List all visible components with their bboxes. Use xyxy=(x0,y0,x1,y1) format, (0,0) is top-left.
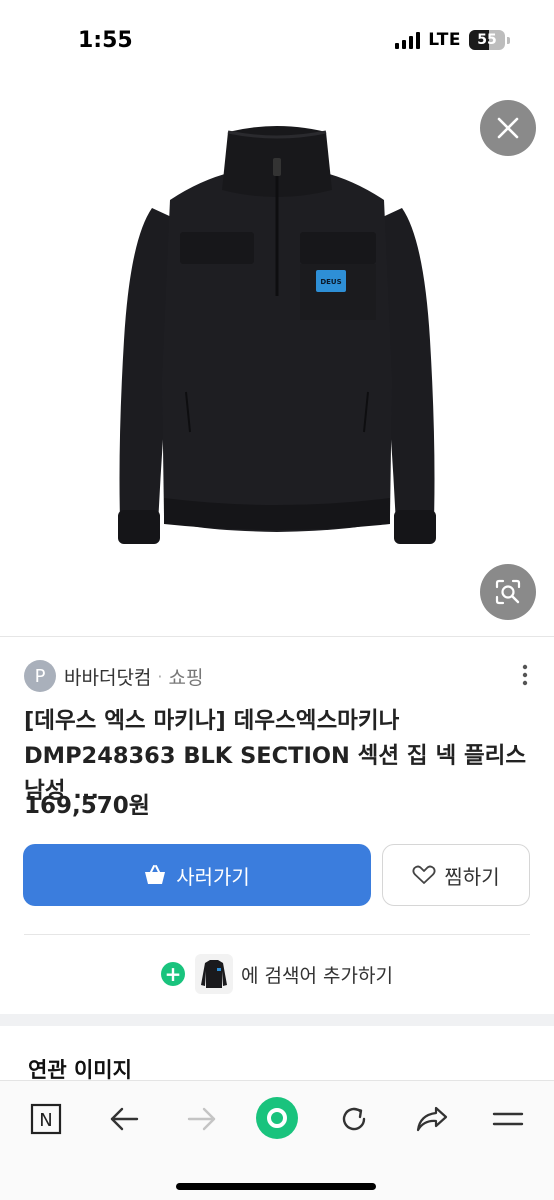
divider xyxy=(0,636,554,637)
buy-button[interactable]: 사러가기 xyxy=(23,844,371,906)
menu-button[interactable] xyxy=(484,1097,532,1141)
image-search-button[interactable] xyxy=(480,564,536,620)
section-separator xyxy=(0,1014,554,1026)
refresh-icon xyxy=(342,1107,366,1131)
bottom-nav: N xyxy=(0,1080,554,1200)
back-arrow-icon xyxy=(110,1107,139,1131)
status-bar: 1:55 LTE 55 xyxy=(0,0,554,80)
green-dot-button[interactable] xyxy=(252,1093,302,1143)
forward-button[interactable] xyxy=(178,1097,226,1141)
product-price: 169,570원 xyxy=(24,793,150,819)
back-button[interactable] xyxy=(100,1097,148,1141)
seller-row[interactable]: P 바바더닷컴 · 쇼핑 xyxy=(24,658,534,694)
naver-letter: N xyxy=(39,1110,52,1131)
signal-icon xyxy=(395,31,421,49)
jacket-logo: DEUS xyxy=(320,278,341,286)
close-button[interactable] xyxy=(480,100,536,156)
product-image[interactable]: DEUS xyxy=(0,80,554,636)
seller-name[interactable]: 바바더닷컴 xyxy=(64,663,151,690)
home-indicator[interactable] xyxy=(176,1183,376,1190)
add-to-search-label: 에 검색어 추가하기 xyxy=(241,964,393,987)
add-to-search-row[interactable]: + 에 검색어 추가하기 xyxy=(0,950,554,998)
status-time: 1:55 xyxy=(78,28,133,53)
menu-icon xyxy=(492,1112,524,1126)
refresh-button[interactable] xyxy=(330,1097,378,1141)
battery-icon: 55 xyxy=(469,30,505,50)
jacket-thumbnail xyxy=(195,954,234,994)
status-icons: LTE 55 xyxy=(395,30,510,50)
green-dot-icon xyxy=(256,1097,298,1139)
product-image-viewer: DEUS xyxy=(0,80,554,636)
divider xyxy=(24,934,530,935)
close-icon xyxy=(497,117,519,139)
plus-icon: + xyxy=(161,962,186,986)
share-icon xyxy=(416,1106,448,1132)
image-search-icon xyxy=(495,579,521,605)
seller-avatar: P xyxy=(24,660,56,692)
naver-home-button[interactable]: N xyxy=(22,1097,70,1141)
naver-home-icon: N xyxy=(30,1103,62,1135)
seller-type: 쇼핑 xyxy=(168,666,204,689)
buy-button-label: 사러가기 xyxy=(176,864,250,889)
heart-icon xyxy=(412,865,436,884)
wish-button-label: 찜하기 xyxy=(444,864,500,889)
shopping-bag-icon xyxy=(145,865,166,884)
network-label: LTE xyxy=(428,30,461,50)
share-button[interactable] xyxy=(408,1097,456,1141)
more-options-icon[interactable] xyxy=(520,664,530,686)
battery-level: 55 xyxy=(477,32,497,48)
wish-button[interactable]: 찜하기 xyxy=(382,844,530,906)
forward-arrow-icon xyxy=(187,1107,216,1131)
seller-separator: · xyxy=(157,666,163,686)
